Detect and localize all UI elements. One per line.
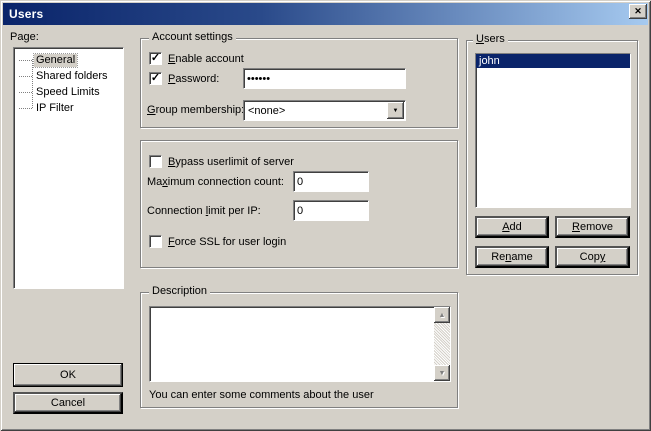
arrow-up-icon: ▲	[439, 312, 446, 319]
users-group: Users john Add Remove Rename Copy	[466, 40, 638, 275]
tree-item-label: IP Filter	[34, 102, 76, 115]
cancel-button[interactable]: Cancel	[13, 392, 123, 414]
users-dialog: Users ✕ Page: General Shared folders Spe…	[0, 0, 651, 431]
window-title: Users	[3, 7, 43, 21]
tree-item-label: Shared folders	[34, 70, 110, 83]
description-group: Description ▲ ▼ You can enter some comme…	[140, 292, 458, 408]
description-hint: You can enter some comments about the us…	[149, 389, 374, 402]
tree-connector-line	[32, 59, 33, 108]
limits-group: Bypass userlimit of server Maximum conne…	[140, 140, 458, 268]
max-connection-count-label: Maximum connection count:	[147, 176, 284, 189]
tree-item-shared-folders[interactable]: Shared folders	[14, 68, 123, 84]
add-button[interactable]: Add	[475, 216, 549, 238]
tree-item-speed-limits[interactable]: Speed Limits	[14, 84, 123, 100]
password-label: Password:	[168, 73, 219, 85]
account-settings-title: Account settings	[149, 31, 236, 44]
rename-button[interactable]: Rename	[475, 246, 549, 268]
account-settings-group: Account settings ✓ Enable account ✓ Pass…	[140, 38, 458, 128]
arrow-down-icon: ▼	[439, 370, 446, 377]
tree-branch-icon	[19, 92, 32, 93]
combo-dropdown-button[interactable]: ▼	[387, 102, 404, 119]
titlebar[interactable]: Users	[3, 3, 648, 25]
remove-button[interactable]: Remove	[555, 216, 630, 238]
description-textarea[interactable]: ▲ ▼	[149, 306, 451, 382]
force-ssl-checkbox	[149, 235, 162, 248]
description-title: Description	[149, 285, 210, 298]
copy-button[interactable]: Copy	[555, 246, 630, 268]
tree-item-ip-filter[interactable]: IP Filter	[14, 100, 123, 116]
tree-branch-icon	[19, 76, 32, 77]
tree-branch-icon	[19, 108, 32, 109]
close-button[interactable]: ✕	[629, 4, 647, 19]
user-item-label: john	[479, 55, 500, 67]
page-tree: General Shared folders Speed Limits IP F…	[13, 47, 124, 289]
password-checkbox: ✓	[149, 72, 162, 85]
bypass-userlimit-label: Bypass userlimit of server	[168, 156, 294, 168]
max-connection-count-input[interactable]	[293, 171, 369, 192]
users-list: john	[475, 53, 631, 208]
password-checkbox-row[interactable]: ✓ Password:	[149, 72, 219, 85]
connection-limit-per-ip-input[interactable]	[293, 200, 369, 221]
group-membership-select[interactable]: <none> ▼	[243, 100, 406, 121]
password-input[interactable]	[243, 68, 406, 89]
scroll-up-button[interactable]: ▲	[434, 307, 450, 323]
enable-account-checkbox-row[interactable]: ✓ Enable account	[149, 52, 244, 65]
page-label: Page:	[10, 31, 39, 43]
group-membership-label: Group membership:	[147, 104, 244, 117]
force-ssl-label: Force SSL for user login	[168, 236, 286, 248]
group-membership-value: <none>	[248, 105, 285, 117]
checkmark-icon: ✓	[150, 53, 161, 64]
tree-item-general[interactable]: General	[14, 52, 123, 68]
enable-account-checkbox: ✓	[149, 52, 162, 65]
description-scrollbar[interactable]: ▲ ▼	[434, 307, 450, 381]
tree-item-label: General	[34, 54, 77, 67]
connection-limit-per-ip-label: Connection limit per IP:	[147, 205, 261, 218]
user-list-item-john[interactable]: john	[476, 54, 630, 68]
bypass-userlimit-checkbox-row[interactable]: Bypass userlimit of server	[149, 155, 294, 168]
scroll-down-button[interactable]: ▼	[434, 365, 450, 381]
ok-button[interactable]: OK	[13, 363, 123, 387]
tree-branch-icon	[19, 60, 32, 61]
users-group-title: Users	[473, 33, 508, 46]
force-ssl-checkbox-row[interactable]: Force SSL for user login	[149, 235, 286, 248]
tree-item-label: Speed Limits	[34, 86, 102, 99]
checkmark-icon: ✓	[150, 73, 161, 84]
enable-account-label: Enable account	[168, 53, 244, 65]
close-icon: ✕	[634, 6, 642, 16]
bypass-userlimit-checkbox	[149, 155, 162, 168]
chevron-down-icon: ▼	[393, 108, 399, 114]
